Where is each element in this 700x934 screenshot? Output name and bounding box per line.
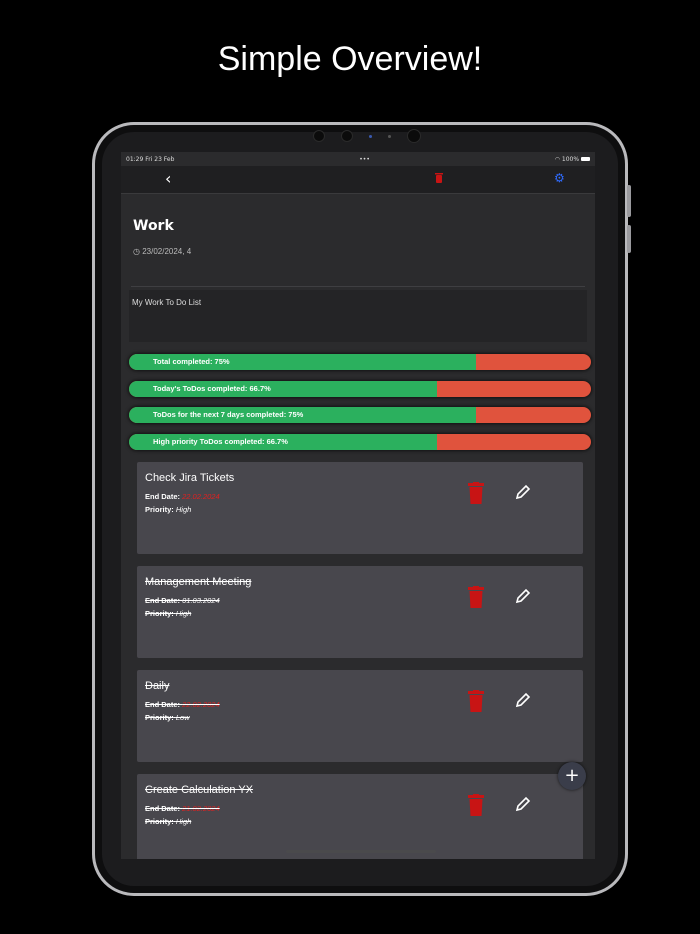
pencil-icon[interactable] <box>515 484 531 500</box>
todo-priority: Priority: High <box>145 817 192 826</box>
status-time: 01:29 Fri 23 Feb <box>126 155 175 163</box>
volume-button <box>627 225 631 253</box>
tablet-frame: 01:29 Fri 23 Feb ••• ◠ 100% ‹ ⚙ Work ◷ 2… <box>92 122 631 896</box>
stat-bar: High priority ToDos completed: 66.7% <box>129 433 591 450</box>
todo-end-date: End Date: 22.02.2024 <box>145 700 220 709</box>
status-bar: 01:29 Fri 23 Feb ••• ◠ 100% <box>121 152 595 166</box>
todo-priority: Priority: Low <box>145 713 190 722</box>
multitask-dots[interactable]: ••• <box>359 156 370 163</box>
nav-bar: ‹ ⚙ <box>121 166 595 194</box>
todo-end-date: End Date: 21.02.2024 <box>145 804 220 813</box>
trash-icon[interactable] <box>468 794 484 816</box>
divider <box>131 286 585 287</box>
stat-label: ToDos for the next 7 days completed: 75% <box>153 410 304 419</box>
stat-label: Today's ToDos completed: 66.7% <box>153 383 271 393</box>
todo-card[interactable]: Management Meeting End Date: 01.03.2024 … <box>137 566 583 658</box>
home-indicator[interactable] <box>286 850 436 853</box>
todo-end-date: End Date: 01.03.2024 <box>145 596 220 605</box>
battery-status: ◠ 100% <box>555 156 590 163</box>
todo-title: Check Jira Tickets <box>145 472 235 484</box>
add-todo-button[interactable]: + <box>558 762 586 790</box>
stats-panel: Total completed: 75% Today's ToDos compl… <box>129 354 591 460</box>
todo-end-date: End Date: 22.02.2024 <box>145 492 220 501</box>
description-box: My Work To Do List <box>129 290 587 342</box>
todo-card[interactable]: Check Jira Tickets End Date: 22.02.2024 … <box>137 462 583 554</box>
chevron-left-icon[interactable]: ‹ <box>165 169 171 188</box>
pencil-icon[interactable] <box>515 588 531 604</box>
app-screen: 01:29 Fri 23 Feb ••• ◠ 100% ‹ ⚙ Work ◷ 2… <box>121 152 595 859</box>
list-date: ◷ 23/02/2024, 4 <box>133 247 192 256</box>
clock-icon: ◷ <box>133 247 140 256</box>
stat-label: Total completed: 75% <box>153 357 230 366</box>
camera-lens <box>341 130 353 142</box>
trash-icon[interactable] <box>468 586 484 608</box>
list-title: Work <box>133 218 174 234</box>
camera-lens <box>313 130 325 142</box>
wifi-icon: ◠ <box>554 155 560 163</box>
trash-icon[interactable] <box>468 690 484 712</box>
battery-icon <box>580 157 590 161</box>
trash-icon[interactable] <box>435 173 443 183</box>
todo-title: Management Meeting <box>145 576 252 588</box>
todo-card[interactable]: Create Calculation YX End Date: 21.02.20… <box>137 774 583 859</box>
list-description: My Work To Do List <box>132 298 202 307</box>
todo-title: Create Calculation YX <box>145 784 254 796</box>
stat-label: High priority ToDos completed: 66.7% <box>153 436 288 446</box>
todo-title: Daily <box>145 680 170 692</box>
camera-lens <box>407 129 421 143</box>
sensor-dot <box>388 134 391 138</box>
todo-priority: Priority: High <box>145 609 192 618</box>
pencil-icon[interactable] <box>515 796 531 812</box>
stat-bar: ToDos for the next 7 days completed: 75% <box>129 407 591 423</box>
stat-bar: Total completed: 75% <box>129 354 591 370</box>
gear-icon[interactable]: ⚙ <box>554 171 565 185</box>
pencil-icon[interactable] <box>515 692 531 708</box>
todo-card[interactable]: Daily End Date: 22.02.2024 Priority: Low <box>137 670 583 762</box>
camera-bar <box>313 129 421 143</box>
stat-bar: Today's ToDos completed: 66.7% <box>129 380 591 397</box>
page-headline: Simple Overview! <box>217 40 483 78</box>
sensor-dot <box>369 134 372 138</box>
todo-priority: Priority: High <box>145 505 192 514</box>
volume-button <box>627 185 631 217</box>
todo-list: Check Jira Tickets End Date: 22.02.2024 … <box>137 462 583 859</box>
trash-icon[interactable] <box>468 482 484 504</box>
